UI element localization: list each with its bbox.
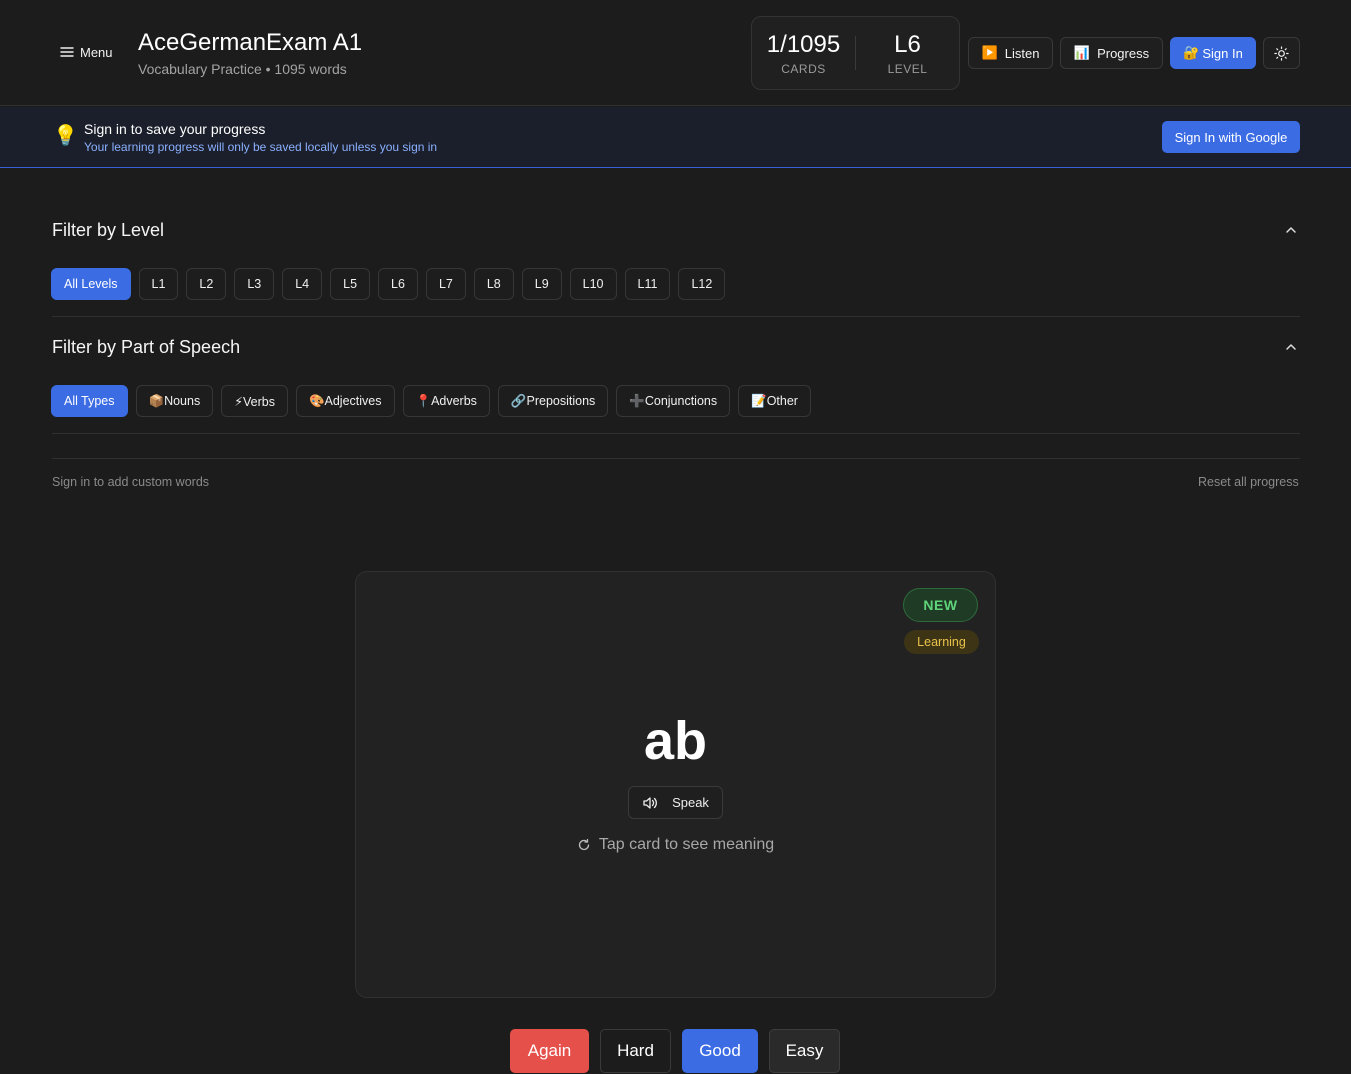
card-word: ab <box>643 711 708 771</box>
pos-filter-chip[interactable]: All Types <box>51 385 128 417</box>
level-filter-chip[interactable]: L12 <box>678 268 726 300</box>
level-filter-chip[interactable]: L8 <box>473 268 514 300</box>
level-filter-chip[interactable]: L1 <box>138 268 179 300</box>
theme-toggle-button[interactable] <box>1263 37 1300 69</box>
lock-key-icon: 🔐 <box>1183 45 1200 60</box>
progress-button[interactable]: 📊 Progress <box>1060 37 1163 69</box>
hamburger-icon <box>60 47 74 57</box>
banner-title: Sign in to save your progress <box>84 121 266 137</box>
cards-stat: 1/1095 CARDS <box>752 31 855 76</box>
menu-label: Menu <box>80 44 113 60</box>
pos-filter-chip[interactable]: ⚡Verbs <box>221 385 288 417</box>
chart-icon: 📊 <box>1073 45 1091 60</box>
speaker-icon <box>643 796 657 809</box>
good-button[interactable]: Good <box>682 1029 758 1073</box>
tap-hint-text: Tap card to see meaning <box>598 836 775 853</box>
listen-button[interactable]: ▶️ Listen <box>968 37 1053 69</box>
sign-in-button[interactable]: 🔐 Sign In <box>1170 37 1256 69</box>
easy-button[interactable]: Easy <box>769 1029 840 1073</box>
level-filter-chip[interactable]: L6 <box>378 268 418 300</box>
chevron-up-icon[interactable] <box>1283 222 1299 238</box>
pos-filter-title: Filter by Part of Speech <box>52 337 241 357</box>
section-divider <box>52 433 1300 434</box>
google-sign-in-button[interactable]: Sign In with Google <box>1162 121 1300 153</box>
rotate-icon <box>578 838 590 851</box>
pos-filter-chip[interactable]: ➕Conjunctions <box>616 385 731 417</box>
level-filter-chip[interactable]: L9 <box>521 268 562 300</box>
play-icon: ▶️ <box>981 45 998 60</box>
stats-panel: 1/1095 CARDS L6 LEVEL <box>751 16 960 90</box>
app-subtitle: Vocabulary Practice • 1095 words <box>138 61 347 77</box>
pos-filter-chip[interactable]: 🎨Adjectives <box>295 385 395 417</box>
level-filter-chip[interactable]: L7 <box>425 268 466 300</box>
section-divider <box>52 316 1300 317</box>
again-button[interactable]: Again <box>510 1029 589 1073</box>
pos-filter-chip[interactable]: 📦Nouns <box>135 385 214 417</box>
banner-text: Your learning progress will only be save… <box>84 140 438 154</box>
sun-icon <box>1274 45 1289 61</box>
level-value: L6 <box>894 30 921 58</box>
new-badge: NEW <box>903 588 978 622</box>
flashcard[interactable] <box>355 571 996 998</box>
menu-button[interactable]: Menu <box>60 40 113 64</box>
speak-label: Speak <box>672 795 709 810</box>
speak-button[interactable]: Speak <box>628 786 723 819</box>
progress-label: Progress <box>1097 45 1150 61</box>
pos-chips: All Types 📦Nouns ⚡Verbs 🎨Adjectives 📍Adverbs… <box>51 385 811 417</box>
pos-filter-chip[interactable]: 📍Adverbs <box>402 385 490 417</box>
sign-in-label: Sign In <box>1202 45 1243 61</box>
level-chips: All Levels L1 L2 L3 L4 L5 L6 L7 L8 L9 L10 L11 L12 <box>51 268 726 300</box>
level-filter-chip[interactable]: L2 <box>186 268 227 300</box>
level-filter-chip[interactable]: L11 <box>624 268 671 300</box>
lightbulb-icon: 💡 <box>53 125 78 147</box>
level-label: LEVEL <box>887 61 928 76</box>
tap-hint: Tap card to see meaning <box>355 836 996 854</box>
level-filter-chip[interactable]: L3 <box>234 268 275 300</box>
section-divider <box>52 458 1300 459</box>
cards-label: CARDS <box>781 61 826 76</box>
level-filter-chip[interactable]: L5 <box>330 268 371 300</box>
add-custom-words-link[interactable]: Sign in to add custom words <box>52 475 209 489</box>
reset-progress-link[interactable]: Reset all progress <box>1198 475 1299 489</box>
status-badge: Learning <box>904 630 979 654</box>
pos-filter-chip[interactable]: 📝Other <box>738 385 811 417</box>
chevron-up-icon[interactable] <box>1283 339 1299 355</box>
pos-filter-chip[interactable]: 🔗Prepositions <box>497 385 609 417</box>
app-title: AceGermanExam A1 <box>138 29 363 56</box>
sign-in-banner <box>0 107 1351 168</box>
level-filter-chip[interactable]: L4 <box>282 268 323 300</box>
level-filter-chip[interactable]: All Levels <box>51 268 131 300</box>
level-filter-title: Filter by Level <box>52 220 165 240</box>
cards-count: 1/1095 <box>766 30 841 58</box>
level-stat: L6 LEVEL <box>856 31 959 76</box>
hard-button[interactable]: Hard <box>600 1029 671 1073</box>
listen-label: Listen <box>1004 45 1040 61</box>
level-filter-chip[interactable]: L10 <box>569 268 617 300</box>
